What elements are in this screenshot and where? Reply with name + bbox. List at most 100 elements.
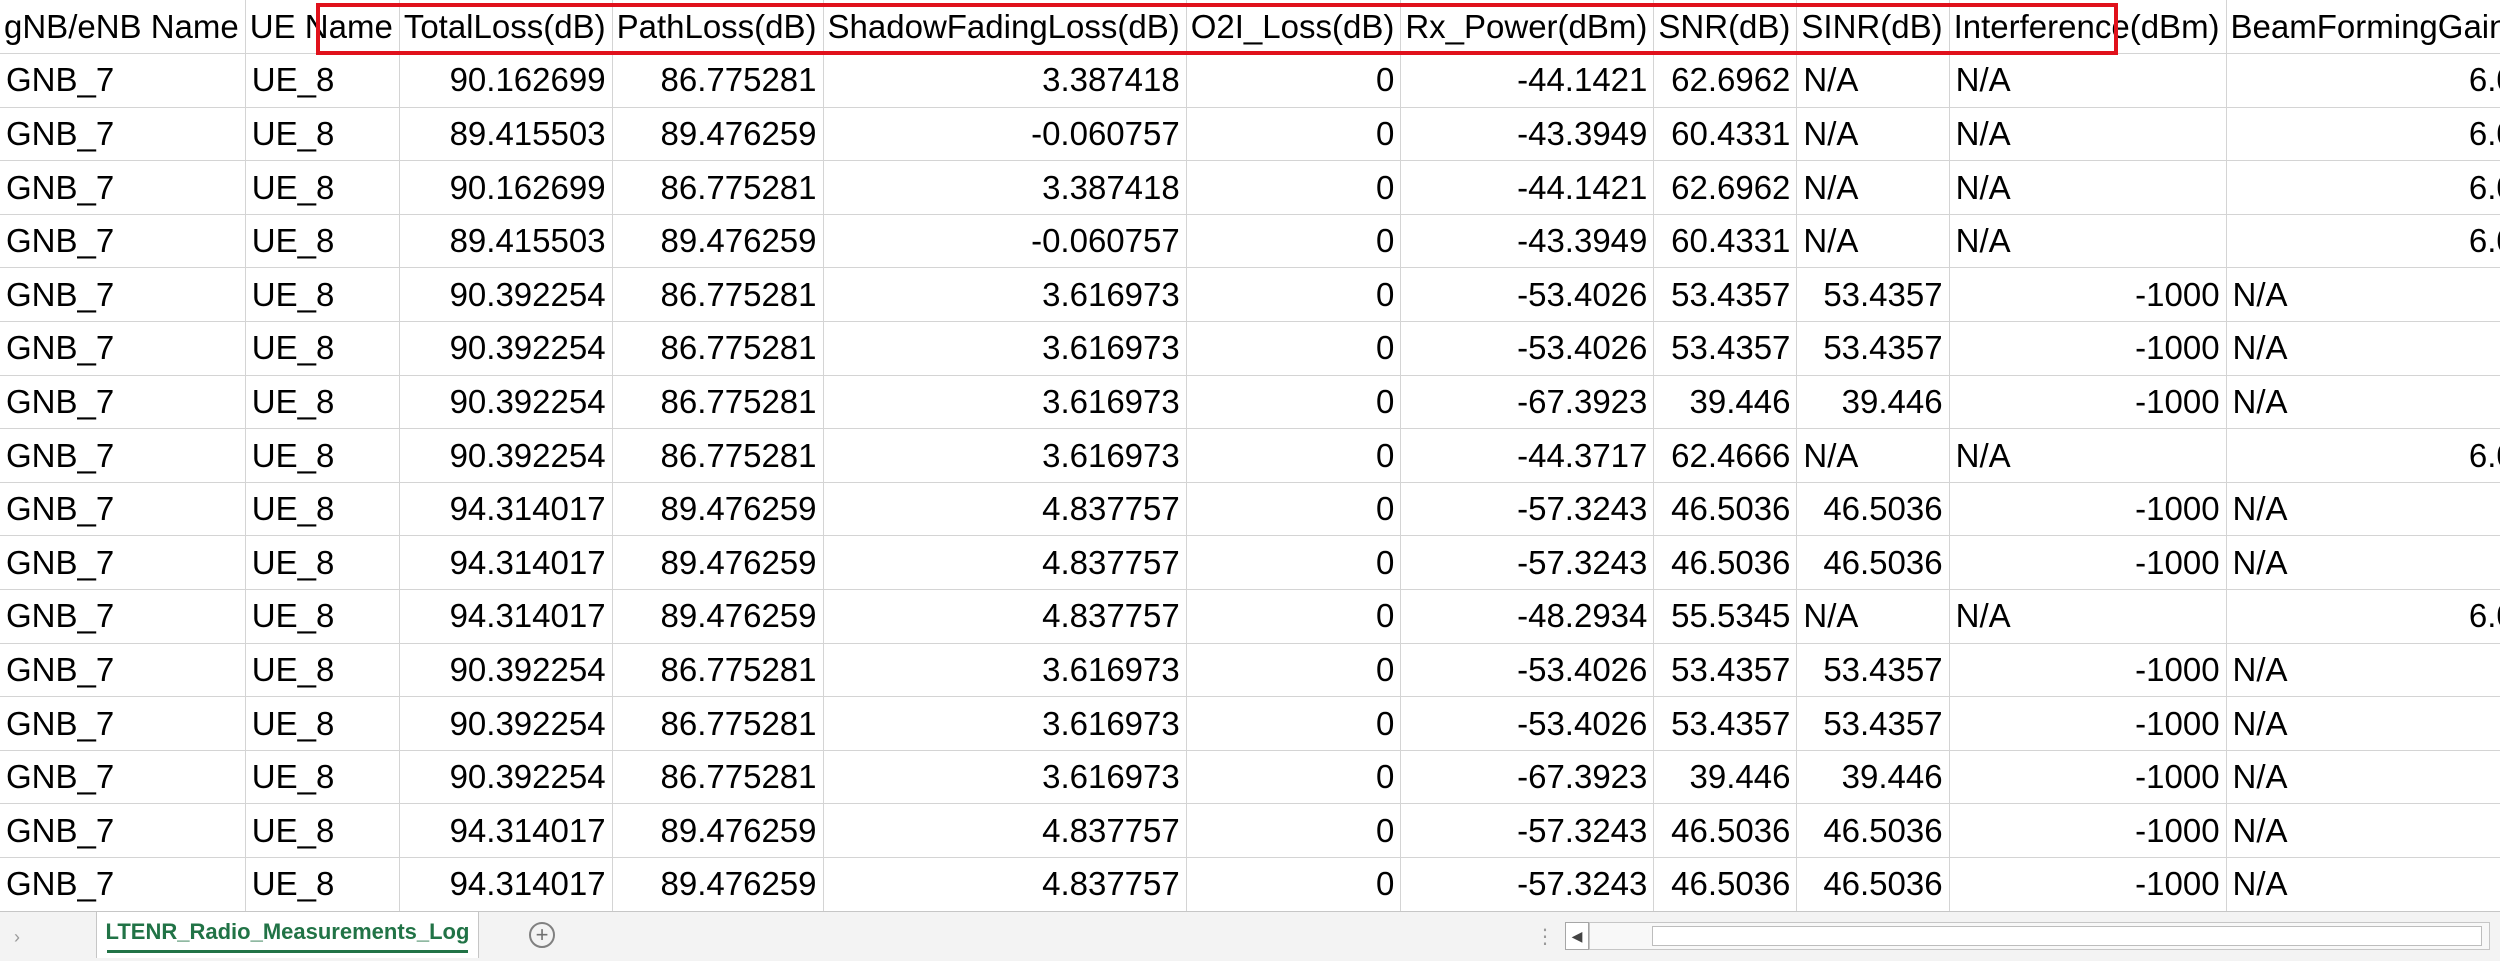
cell-interference-dbm[interactable]: -1000 [1949,750,2227,805]
cell-totalloss-db[interactable]: 94.314017 [399,482,613,537]
cell-totalloss-db[interactable]: 94.314017 [399,535,613,591]
cell-sinr-db[interactable]: 53.4357 [1796,321,1950,376]
cell-rx-power-dbm[interactable]: -44.1421 [1400,160,1655,215]
column-header-shadowfadingloss-db[interactable]: ShadowFadingLoss(dB) [823,0,1187,55]
cell-shadowfadingloss-db[interactable]: 4.837757 [823,857,1187,911]
column-header-rx-power-dbm[interactable]: Rx_Power(dBm) [1400,0,1655,55]
cell-shadowfadingloss-db[interactable]: 4.837757 [823,535,1187,591]
cell-gnb-enb-name[interactable]: GNB_7 [0,375,246,430]
cell-snr-db[interactable]: 39.446 [1653,375,1798,430]
cell-ue-name[interactable]: UE_8 [245,160,400,215]
cell-gnb-enb-name[interactable]: GNB_7 [0,589,246,644]
cell-totalloss-db[interactable]: 90.392254 [399,643,613,698]
cell-o2i-loss-db[interactable]: 0 [1186,107,1402,162]
cell-beamforminggain-db[interactable]: 6.0206 [2226,214,2500,269]
cell-beamforminggain-db[interactable]: N/A [2226,643,2500,698]
column-header-sinr-db[interactable]: SINR(dB) [1796,0,1950,55]
cell-shadowfadingloss-db[interactable]: 3.616973 [823,643,1187,698]
column-header-gnb-enb-name[interactable]: gNB/eNB Name [0,0,246,55]
cell-snr-db[interactable]: 53.4357 [1653,267,1798,323]
cell-shadowfadingloss-db[interactable]: 4.837757 [823,589,1187,644]
cell-ue-name[interactable]: UE_8 [245,321,400,376]
cell-ue-name[interactable]: UE_8 [245,267,400,323]
cell-sinr-db[interactable]: N/A [1796,428,1950,483]
cell-ue-name[interactable]: UE_8 [245,589,400,644]
cell-interference-dbm[interactable]: -1000 [1949,482,2227,537]
cell-beamforminggain-db[interactable]: 6.0206 [2226,107,2500,162]
cell-beamforminggain-db[interactable]: N/A [2226,321,2500,376]
cell-shadowfadingloss-db[interactable]: -0.060757 [823,107,1187,162]
cell-gnb-enb-name[interactable]: GNB_7 [0,107,246,162]
cell-sinr-db[interactable]: 46.5036 [1796,535,1950,591]
cell-shadowfadingloss-db[interactable]: 3.387418 [823,53,1187,108]
column-header-interference-dbm[interactable]: Interference(dBm) [1949,0,2227,55]
cell-pathloss-db[interactable]: 86.775281 [612,53,824,108]
cell-interference-dbm[interactable]: -1000 [1949,643,2227,698]
cell-rx-power-dbm[interactable]: -67.3923 [1400,375,1655,430]
cell-snr-db[interactable]: 62.6962 [1653,160,1798,215]
cell-snr-db[interactable]: 53.4357 [1653,321,1798,376]
cell-beamforminggain-db[interactable]: 6.0206 [2226,53,2500,108]
cell-o2i-loss-db[interactable]: 0 [1186,803,1402,858]
cell-shadowfadingloss-db[interactable]: 3.616973 [823,321,1187,376]
cell-pathloss-db[interactable]: 89.476259 [612,803,824,858]
cell-o2i-loss-db[interactable]: 0 [1186,696,1402,751]
cell-sinr-db[interactable]: N/A [1796,589,1950,644]
cell-gnb-enb-name[interactable]: GNB_7 [0,53,246,108]
cell-pathloss-db[interactable]: 86.775281 [612,321,824,376]
cell-ue-name[interactable]: UE_8 [245,535,400,591]
cell-shadowfadingloss-db[interactable]: 3.387418 [823,160,1187,215]
column-header-ue-name[interactable]: UE Name [245,0,400,55]
cell-totalloss-db[interactable]: 90.392254 [399,428,613,483]
cell-interference-dbm[interactable]: N/A [1949,589,2227,644]
cell-sinr-db[interactable]: 39.446 [1796,750,1950,805]
cell-interference-dbm[interactable]: N/A [1949,107,2227,162]
cell-o2i-loss-db[interactable]: 0 [1186,267,1402,323]
cell-pathloss-db[interactable]: 86.775281 [612,750,824,805]
cell-beamforminggain-db[interactable]: 6.0206 [2226,160,2500,215]
cell-rx-power-dbm[interactable]: -53.4026 [1400,696,1655,751]
cell-totalloss-db[interactable]: 90.392254 [399,375,613,430]
cell-o2i-loss-db[interactable]: 0 [1186,750,1402,805]
cell-ue-name[interactable]: UE_8 [245,428,400,483]
cell-gnb-enb-name[interactable]: GNB_7 [0,321,246,376]
cell-pathloss-db[interactable]: 89.476259 [612,589,824,644]
cell-beamforminggain-db[interactable]: N/A [2226,803,2500,858]
cell-sinr-db[interactable]: 46.5036 [1796,857,1950,911]
cell-ue-name[interactable]: UE_8 [245,696,400,751]
cell-ue-name[interactable]: UE_8 [245,857,400,911]
cell-rx-power-dbm[interactable]: -57.3243 [1400,857,1655,911]
cell-pathloss-db[interactable]: 86.775281 [612,428,824,483]
cell-gnb-enb-name[interactable]: GNB_7 [0,750,246,805]
cell-ue-name[interactable]: UE_8 [245,53,400,108]
cell-pathloss-db[interactable]: 86.775281 [612,643,824,698]
cell-beamforminggain-db[interactable]: N/A [2226,375,2500,430]
cell-o2i-loss-db[interactable]: 0 [1186,214,1402,269]
cell-rx-power-dbm[interactable]: -57.3243 [1400,803,1655,858]
cell-ue-name[interactable]: UE_8 [245,750,400,805]
cell-pathloss-db[interactable]: 89.476259 [612,214,824,269]
cell-totalloss-db[interactable]: 90.392254 [399,267,613,323]
cell-ue-name[interactable]: UE_8 [245,375,400,430]
sheet-tab[interactable]: LTENR_Radio_Measurements_Log [96,912,479,958]
cell-gnb-enb-name[interactable]: GNB_7 [0,160,246,215]
cell-interference-dbm[interactable]: N/A [1949,53,2227,108]
cell-gnb-enb-name[interactable]: GNB_7 [0,267,246,323]
cell-interference-dbm[interactable]: -1000 [1949,857,2227,911]
scrollbar-thumb[interactable] [1652,926,2482,946]
cell-rx-power-dbm[interactable]: -43.3949 [1400,107,1655,162]
cell-rx-power-dbm[interactable]: -44.3717 [1400,428,1655,483]
cell-o2i-loss-db[interactable]: 0 [1186,53,1402,108]
cell-sinr-db[interactable]: 46.5036 [1796,803,1950,858]
cell-beamforminggain-db[interactable]: N/A [2226,535,2500,591]
cell-sinr-db[interactable]: N/A [1796,53,1950,108]
cell-gnb-enb-name[interactable]: GNB_7 [0,803,246,858]
cell-pathloss-db[interactable]: 89.476259 [612,857,824,911]
cell-sinr-db[interactable]: 53.4357 [1796,267,1950,323]
cell-snr-db[interactable]: 60.4331 [1653,107,1798,162]
column-header-pathloss-db[interactable]: PathLoss(dB) [612,0,824,55]
cell-interference-dbm[interactable]: N/A [1949,428,2227,483]
cell-shadowfadingloss-db[interactable]: 3.616973 [823,428,1187,483]
cell-gnb-enb-name[interactable]: GNB_7 [0,482,246,537]
cell-o2i-loss-db[interactable]: 0 [1186,160,1402,215]
